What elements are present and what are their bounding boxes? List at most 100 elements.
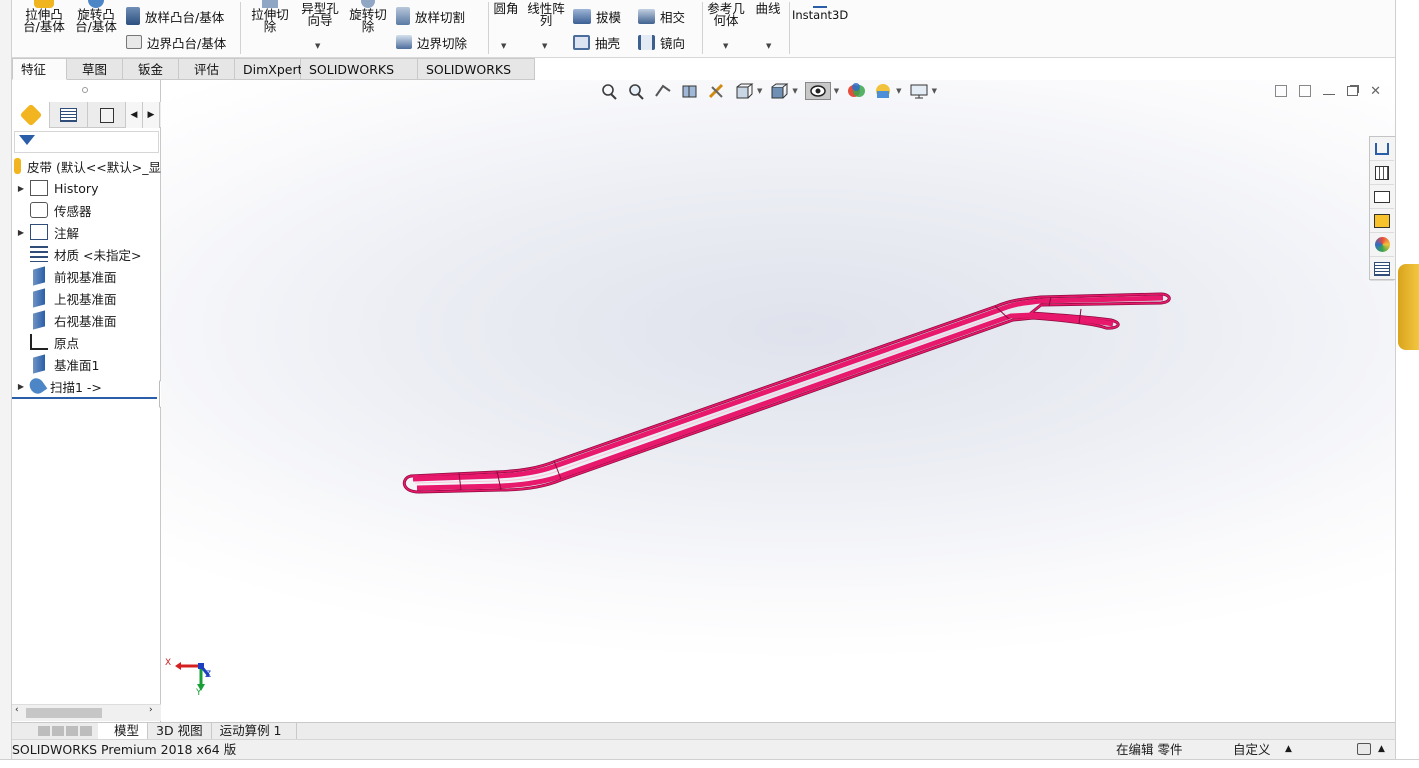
hole-wizard-dropdown-icon[interactable]: ▼ [315,40,320,52]
hole-wizard-label: 异型孔 向导 [301,1,339,28]
feature-tree-horizontal-scrollbar[interactable]: ‹ › [12,704,161,721]
tab-first-icon[interactable] [38,726,50,736]
tab-3d-views[interactable]: 3D 视图 [148,723,212,739]
tab-last-icon[interactable] [80,726,92,736]
expand-arrow-icon[interactable]: ▶ [12,184,30,193]
intersect-icon [638,8,655,24]
linear-pattern-label: 线性阵 列 [527,1,565,28]
graphics-area[interactable]: ▼ ▼ ▼ ▼ ▼ ✕ X Y Z [161,80,1395,722]
folder-icon [1374,190,1390,203]
scroll-left-icon[interactable]: ‹ [15,705,19,715]
tree-item-5[interactable]: 前视基准面 [12,265,161,287]
fillet-button[interactable]: 圆角 ▼ [486,0,526,50]
tree-item-1[interactable]: ▶ History [12,177,161,199]
tree-item-label: 前视基准面 [54,269,117,285]
plane-icon [33,266,45,286]
boundary-boss-button[interactable]: 边界凸台/基体 [126,32,226,52]
tree-item-label: 传感器 [54,203,92,219]
tree-item-4[interactable]: 材质 <未指定> [12,243,161,265]
tab-features[interactable]: 特征 [12,58,67,80]
tab-solidworks-addins[interactable]: SOLIDWORKS 插件 [301,58,418,98]
feature-tree-tab[interactable] [12,102,50,128]
curves-button[interactable]: 曲线 ▼ [750,0,786,50]
tabs-scroll-right-icon[interactable]: ▶ [143,102,160,128]
custom-properties-tab[interactable] [1370,257,1394,281]
tree-item-3[interactable]: ▶ 注解 [12,221,161,243]
shell-button[interactable]: 抽壳 [573,32,620,52]
home-icon [1375,142,1389,155]
window-left-edge [0,0,12,768]
expand-arrow-icon[interactable]: ▶ [12,228,30,237]
loft-cut-button[interactable]: 放样切割 [396,6,465,26]
tree-item-10[interactable]: ▶ 扫描1 -> [12,375,161,397]
instant3d-button[interactable]: Instant3D [792,0,848,21]
tab-model[interactable]: 模型 [98,723,149,739]
tab-sheet-metal[interactable]: 钣金 [123,58,179,80]
tree-item-7[interactable]: 右视基准面 [12,309,161,331]
belt-outer-edge [402,292,1171,494]
tree-root-part[interactable]: 皮带 (默认<<默认>_显 [12,155,161,177]
tree-item-label: 右视基准面 [54,313,117,329]
extrude-boss-button[interactable]: 拉伸凸 台/基体 [22,0,66,33]
tabs-scroll-left-icon[interactable]: ◀ [126,102,143,128]
reference-geometry-dropdown-icon[interactable]: ▼ [723,40,728,52]
expand-arrow-icon[interactable]: ▶ [12,382,30,391]
tab-dimxpert[interactable]: DimXpert [235,58,303,80]
rebuild-status-icon[interactable] [1357,743,1371,755]
design-library-tab[interactable] [1370,161,1394,185]
tab-evaluate[interactable]: 评估 [179,58,235,80]
extrude-cut-button[interactable]: 拉伸切 除 [248,0,292,33]
hole-wizard-button[interactable]: 异型孔 向导 ▼ [298,0,342,50]
curves-dropdown-icon[interactable]: ▼ [766,40,771,52]
tab-sketch[interactable]: 草图 [67,58,123,80]
model-view-tabs: 模型 3D 视图 运动算例 1 [12,722,1395,739]
appearances-tab[interactable] [1370,233,1394,257]
mirror-icon [638,34,655,50]
solidworks-resources-tab[interactable] [1370,137,1394,161]
filter-icon [19,135,35,145]
status-unit-system[interactable]: 自定义 [1233,740,1271,759]
mirror-label: 镜向 [660,35,686,51]
reference-geometry-button[interactable]: 参考几 何体 ▼ [704,0,748,50]
appearances-icon [1374,237,1390,252]
loft-boss-label: 放样凸台/基体 [145,9,225,25]
tab-solidworks-mbd[interactable]: SOLIDWORKS MBD [418,58,535,98]
file-explorer-tab[interactable] [1370,185,1394,209]
tab-motion-study-1[interactable]: 运动算例 1 [212,723,297,739]
property-manager-tab[interactable] [50,102,88,128]
status-editing-mode: 在编辑 零件 [1116,742,1183,757]
tree-item-6[interactable]: 上视基准面 [12,287,161,309]
scroll-thumb[interactable] [26,708,102,718]
tab-next-icon[interactable] [66,726,78,736]
part-icon [19,103,42,127]
status-expand-icon[interactable]: ▲ [1378,740,1385,759]
belt-sweep-model[interactable] [161,80,1395,722]
ribbon-separator [702,2,703,54]
unit-system-caret-icon[interactable]: ▲ [1285,740,1292,759]
intersect-button[interactable]: 相交 [638,6,685,26]
tree-item-2[interactable]: 传感器 [12,199,161,221]
linear-pattern-button[interactable]: 线性阵 列 ▼ [524,0,568,50]
plane-icon [33,354,45,374]
view-palette-tab[interactable] [1370,209,1394,233]
mirror-button[interactable]: 镜向 [638,32,685,52]
revolve-cut-button[interactable]: 旋转切 除 [346,0,390,33]
tree-item-9[interactable]: 基准面1 [12,353,161,375]
intersect-label: 相交 [660,9,686,25]
revolve-boss-button[interactable]: 旋转凸 台/基体 [74,0,118,33]
tree-item-label: History [54,180,99,196]
fillet-dropdown-icon[interactable]: ▼ [501,40,506,52]
scroll-right-icon[interactable]: › [149,705,153,715]
triad-x-label: X [165,658,172,668]
draft-button[interactable]: 拔模 [573,6,621,26]
loft-boss-button[interactable]: 放样凸台/基体 [126,6,224,26]
panel-splitter-handle[interactable] [82,87,88,93]
configuration-manager-tab[interactable] [88,102,126,128]
boundary-cut-button[interactable]: 边界切除 [396,32,467,52]
boundary-boss-icon [126,35,142,49]
feature-tree-filter[interactable] [14,131,159,153]
linear-pattern-dropdown-icon[interactable]: ▼ [542,40,547,52]
tab-nav-arrows[interactable] [12,723,98,739]
tree-item-8[interactable]: 原点 [12,331,161,353]
tab-prev-icon[interactable] [52,726,64,736]
